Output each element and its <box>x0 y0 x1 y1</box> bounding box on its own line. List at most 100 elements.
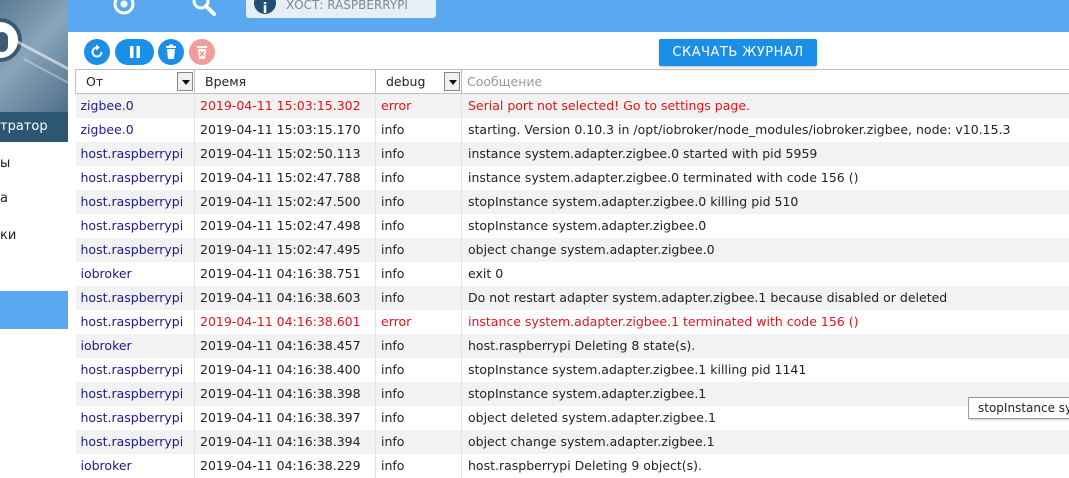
message-filter-input[interactable]: Сообщение <box>461 69 1069 94</box>
eye-icon[interactable] <box>110 0 138 18</box>
row-message: Serial port not selected! Go to settings… <box>461 93 1069 118</box>
row-level: error <box>375 93 462 118</box>
row-source: host.raspberrypi <box>75 429 195 454</box>
time-header-label: Время <box>205 74 247 89</box>
table-row: iobroker 2019-04-11 04:16:38.229 info host.… <box>75 453 1069 478</box>
row-source: host.raspberrypi <box>75 165 195 190</box>
level-filter-select[interactable]: debug <box>375 69 462 94</box>
row-message: instance system.adapter.zigbee.1 termina… <box>461 309 1069 334</box>
sidebar: тратор ы а ки <box>0 0 68 478</box>
top-bar: i ХОСТ: RASPBERRYPI <box>68 0 1069 32</box>
row-level: info <box>375 285 462 310</box>
row-time: 2019-04-11 04:16:38.457 <box>194 333 376 358</box>
row-level: info <box>375 141 462 166</box>
row-level: info <box>375 357 462 382</box>
table-row: host.raspberrypi 2019-04-11 15:02:50.113 i… <box>75 141 1069 166</box>
row-time: 2019-04-11 15:03:15.302 <box>194 93 376 118</box>
row-source: host.raspberrypi <box>75 405 195 430</box>
table-row: zigbee.0 2019-04-11 15:03:15.302 error Seri… <box>75 93 1069 118</box>
row-message: starting. Version 0.10.3 in /opt/iobroke… <box>461 117 1069 142</box>
pause-icon <box>130 46 140 58</box>
row-time: 2019-04-11 04:16:38.751 <box>194 261 376 286</box>
table-row: host.raspberrypi 2019-04-11 15:02:47.500 i… <box>75 189 1069 214</box>
download-log-button[interactable]: СКАЧАТЬ ЖУРНАЛ <box>659 39 817 66</box>
row-message: instance system.adapter.zigbee.0 termina… <box>461 165 1069 190</box>
row-message: stopInstance system.adapter.zigbee.1 kil… <box>461 357 1069 382</box>
message-tooltip: stopInstance system.adapter.zigbee.1 <box>968 397 1069 419</box>
level-header-label: debug <box>386 74 426 89</box>
sidebar-item-1[interactable]: ы <box>0 145 68 183</box>
row-message: object change system.adapter.zigbee.1 <box>461 429 1069 454</box>
row-source: host.raspberrypi <box>75 213 195 238</box>
table-row: host.raspberrypi 2019-04-11 15:02:47.495 i… <box>75 237 1069 262</box>
info-icon: i <box>252 0 278 17</box>
row-source: host.raspberrypi <box>75 285 195 310</box>
search-icon[interactable] <box>190 0 218 18</box>
table-row: host.raspberrypi 2019-04-11 04:16:38.603 i… <box>75 285 1069 310</box>
row-time: 2019-04-11 04:16:38.601 <box>194 309 376 334</box>
row-level: info <box>375 117 462 142</box>
time-header: Время <box>194 69 376 94</box>
table-row: host.raspberrypi 2019-04-11 04:16:38.400 i… <box>75 357 1069 382</box>
row-time: 2019-04-11 15:02:47.498 <box>194 213 376 238</box>
table-row: host.raspberrypi 2019-04-11 04:16:38.397 i… <box>75 405 1069 430</box>
row-message: stopInstance system.adapter.zigbee.0 kil… <box>461 189 1069 214</box>
row-time: 2019-04-11 15:02:47.788 <box>194 165 376 190</box>
row-source: host.raspberrypi <box>75 309 195 334</box>
row-source: host.raspberrypi <box>75 357 195 382</box>
row-level: info <box>375 429 462 454</box>
row-message: instance system.adapter.zigbee.0 started… <box>461 141 1069 166</box>
row-time: 2019-04-11 04:16:38.398 <box>194 381 376 406</box>
log-body: zigbee.0 2019-04-11 15:03:15.302 error Seri… <box>75 93 1069 478</box>
table-row: host.raspberrypi 2019-04-11 15:02:47.498 i… <box>75 213 1069 238</box>
row-level: info <box>375 453 462 478</box>
row-message: exit 0 <box>461 261 1069 286</box>
refresh-icon <box>91 44 103 58</box>
row-time: 2019-04-11 04:16:38.603 <box>194 285 376 310</box>
log-table: От Время debug Сообщение zigbee.0 2019-04… <box>75 69 1069 478</box>
logo <box>0 0 68 112</box>
row-level: info <box>375 261 462 286</box>
clear-log-button[interactable] <box>189 39 215 65</box>
host-label: ХОСТ: RASPBERRYPI <box>286 0 408 12</box>
table-row: zigbee.0 2019-04-11 15:03:15.170 info start… <box>75 117 1069 142</box>
row-level: info <box>375 237 462 262</box>
row-source: zigbee.0 <box>75 117 195 142</box>
table-row: host.raspberrypi 2019-04-11 15:02:47.788 i… <box>75 165 1069 190</box>
table-row: iobroker 2019-04-11 04:16:38.751 info exit … <box>75 261 1069 286</box>
row-message: host.raspberrypi Deleting 9 object(s). <box>461 453 1069 478</box>
host-selector[interactable]: i ХОСТ: RASPBERRYPI <box>246 0 436 18</box>
pause-button[interactable] <box>115 39 154 65</box>
row-time: 2019-04-11 04:16:38.397 <box>194 405 376 430</box>
row-time: 2019-04-11 15:02:47.500 <box>194 189 376 214</box>
source-filter-select[interactable]: От <box>75 69 195 94</box>
row-message: stopInstance system.adapter.zigbee.0 <box>461 213 1069 238</box>
source-header-label: От <box>86 74 104 89</box>
user-role-label: тратор <box>0 112 68 142</box>
table-row: host.raspberrypi 2019-04-11 04:16:38.601 e… <box>75 309 1069 334</box>
row-level: info <box>375 189 462 214</box>
row-level: info <box>375 333 462 358</box>
trash-icon <box>166 44 176 59</box>
row-source: host.raspberrypi <box>75 381 195 406</box>
message-header-placeholder: Сообщение <box>467 74 543 89</box>
table-row: host.raspberrypi 2019-04-11 04:16:38.398 i… <box>75 381 1069 406</box>
row-level: info <box>375 405 462 430</box>
chevron-down-icon[interactable] <box>444 72 460 91</box>
row-source: iobroker <box>75 333 195 358</box>
trash-x-icon <box>197 46 207 59</box>
sidebar-item-3[interactable]: ки <box>0 217 68 255</box>
sidebar-item-2[interactable]: а <box>0 180 68 218</box>
row-source: iobroker <box>75 261 195 286</box>
chevron-down-icon[interactable] <box>177 72 193 91</box>
row-level: info <box>375 213 462 238</box>
row-source: host.raspberrypi <box>75 237 195 262</box>
delete-button[interactable] <box>158 39 184 65</box>
row-time: 2019-04-11 15:02:47.495 <box>194 237 376 262</box>
refresh-button[interactable] <box>84 39 110 65</box>
row-time: 2019-04-11 04:16:38.394 <box>194 429 376 454</box>
row-time: 2019-04-11 04:16:38.229 <box>194 453 376 478</box>
row-source: iobroker <box>75 453 195 478</box>
row-level: error <box>375 309 462 334</box>
sidebar-item-log-active[interactable] <box>0 291 68 329</box>
